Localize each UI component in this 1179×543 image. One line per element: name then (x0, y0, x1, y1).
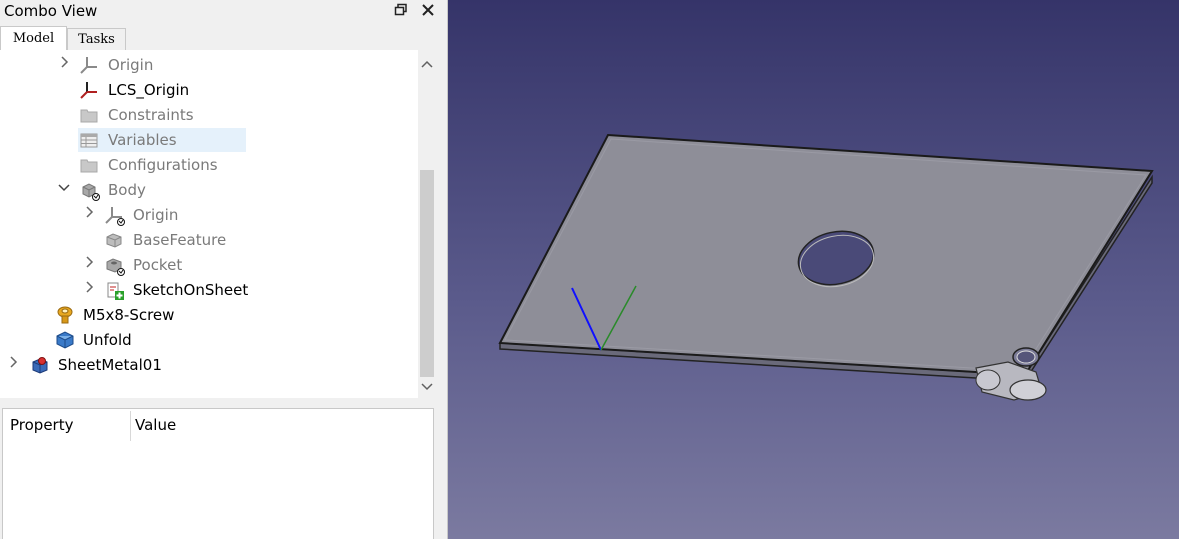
tree-item-label: BaseFeature (133, 231, 227, 249)
scroll-up-icon[interactable] (418, 55, 436, 73)
model-tree: Origin LCS_Origin Constraints Variables (0, 50, 436, 398)
chevron-right-icon[interactable] (58, 53, 72, 77)
tree-item-label: SheetMetal01 (58, 356, 162, 374)
panel-splitter[interactable] (0, 398, 447, 408)
tree-item-label: Variables (108, 131, 177, 149)
tree-item-basefeature[interactable]: BaseFeature (0, 228, 410, 252)
column-header-property[interactable]: Property (10, 416, 73, 434)
scrollbar-thumb[interactable] (420, 170, 434, 377)
tree-item-label: Unfold (83, 331, 132, 349)
close-icon[interactable] (419, 3, 437, 21)
tree-item-sketchonsheet[interactable]: SketchOnSheet (0, 278, 410, 302)
3d-scene[interactable] (448, 0, 1179, 539)
chevron-down-icon[interactable] (57, 178, 71, 202)
folder-icon (80, 156, 98, 174)
tree-item-body[interactable]: Body (0, 178, 410, 202)
lcs-icon (80, 81, 98, 99)
column-header-value[interactable]: Value (135, 416, 176, 434)
panel-title: Combo View (4, 2, 98, 20)
tree-item-label: Body (108, 181, 146, 199)
tree-item-origin[interactable]: Origin (0, 53, 410, 77)
tree-item-body-origin[interactable]: Origin (0, 203, 410, 227)
scroll-down-icon[interactable] (418, 378, 436, 396)
tree-item-label: LCS_Origin (108, 81, 190, 99)
tree-item-label: Configurations (108, 156, 218, 174)
chevron-right-icon[interactable] (83, 278, 97, 302)
tree-item-label: Constraints (108, 106, 194, 124)
tree-item-label: SketchOnSheet (133, 281, 249, 299)
spreadsheet-icon (80, 131, 98, 149)
tree-item-label: M5x8-Screw (83, 306, 175, 324)
tab-model[interactable]: Model (0, 26, 67, 50)
origin-axes-icon (105, 206, 125, 226)
tab-tasks[interactable]: Tasks (67, 28, 126, 50)
combo-view-titlebar: Combo View (0, 0, 447, 24)
sketch-icon (105, 281, 124, 300)
tree-item-label: Origin (133, 206, 179, 224)
combo-view-panel: Combo View Model Tasks Origin LCS_Origin… (0, 0, 448, 539)
body-icon (80, 181, 100, 201)
tree-item-variables[interactable]: Variables (0, 128, 410, 152)
3d-viewport[interactable] (448, 0, 1179, 539)
tree-item-m5x8-screw[interactable]: M5x8-Screw (0, 303, 410, 327)
tree-item-label: Origin (108, 56, 154, 74)
tree-item-constraints[interactable]: Constraints (0, 103, 410, 127)
cube-icon (56, 331, 74, 349)
origin-axes-icon (80, 56, 98, 74)
pocket-icon (105, 256, 125, 276)
part-icon (31, 356, 49, 374)
feature-icon (105, 231, 123, 249)
tree-scrollbar[interactable] (418, 50, 436, 398)
property-header: Property Value (3, 409, 433, 441)
chevron-right-icon[interactable] (83, 203, 97, 227)
tree-item-sheetmetal01[interactable]: SheetMetal01 (0, 353, 410, 377)
tree-item-configurations[interactable]: Configurations (0, 153, 410, 177)
screw-icon (56, 306, 74, 324)
restore-icon[interactable] (392, 3, 410, 21)
tree-item-pocket[interactable]: Pocket (0, 253, 410, 277)
tree-item-unfold[interactable]: Unfold (0, 328, 410, 352)
chevron-right-icon[interactable] (7, 353, 21, 377)
tab-bar: Model Tasks (0, 26, 447, 50)
tree-item-label: Pocket (133, 256, 183, 274)
column-divider[interactable] (130, 411, 131, 441)
chevron-right-icon[interactable] (83, 253, 97, 277)
property-editor: Property Value (2, 408, 434, 539)
folder-icon (80, 106, 98, 124)
tree-item-lcs-origin[interactable]: LCS_Origin (0, 78, 410, 102)
